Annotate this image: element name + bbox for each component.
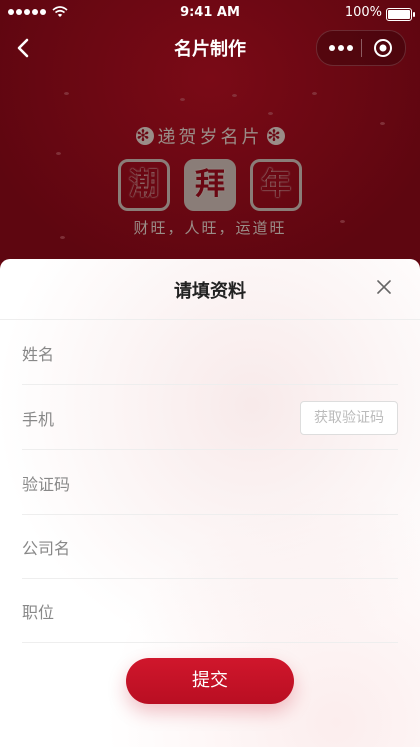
banner-tile: 年 bbox=[250, 159, 302, 211]
capsule-divider bbox=[361, 39, 362, 57]
sheet-header: 请填资料 bbox=[0, 259, 420, 320]
card-banner: 递贺岁名片 潮 拜 年 财旺，人旺，运道旺 bbox=[0, 123, 420, 238]
sheet-title: 请填资料 bbox=[174, 281, 246, 302]
name-field[interactable]: 姓名 bbox=[22, 320, 398, 385]
banner-wish: 财旺，人旺，运道旺 bbox=[133, 219, 287, 237]
position-field-label: 职位 bbox=[22, 603, 55, 622]
flower-icon bbox=[266, 123, 285, 149]
mini-program-capsule bbox=[316, 30, 406, 66]
phone-field-label: 手机 bbox=[22, 410, 55, 429]
close-target-icon[interactable] bbox=[373, 38, 393, 58]
banner-subtitle-text: 递贺岁名片 bbox=[157, 127, 263, 148]
name-field-label: 姓名 bbox=[22, 345, 55, 364]
verification-code-field[interactable]: 验证码 bbox=[22, 450, 398, 515]
flower-icon bbox=[135, 123, 154, 149]
verification-code-label: 验证码 bbox=[22, 475, 71, 494]
submit-button[interactable]: 提交 bbox=[126, 658, 294, 704]
battery-icon bbox=[386, 8, 415, 21]
banner-subtitle: 递贺岁名片 bbox=[0, 123, 420, 151]
banner-tile: 潮 bbox=[118, 159, 170, 211]
status-bar: 9:41 AM 100% bbox=[0, 0, 420, 28]
close-icon[interactable] bbox=[376, 279, 392, 295]
info-form-sheet: 请填资料 姓名 手机 获取验证码 验证码 公司名 职位 提交 bbox=[0, 259, 420, 747]
banner-tiles: 潮 拜 年 bbox=[0, 159, 420, 211]
company-field-label: 公司名 bbox=[22, 539, 71, 558]
navigation-bar: 名片制作 bbox=[0, 28, 420, 68]
battery-percent: 100% bbox=[344, 5, 382, 20]
get-code-button[interactable]: 获取验证码 bbox=[300, 401, 398, 435]
company-field[interactable]: 公司名 bbox=[22, 514, 398, 579]
more-icon[interactable] bbox=[329, 45, 353, 51]
position-field[interactable]: 职位 bbox=[22, 578, 398, 643]
phone-field[interactable]: 手机 获取验证码 bbox=[22, 385, 398, 450]
banner-tile: 拜 bbox=[184, 159, 236, 211]
